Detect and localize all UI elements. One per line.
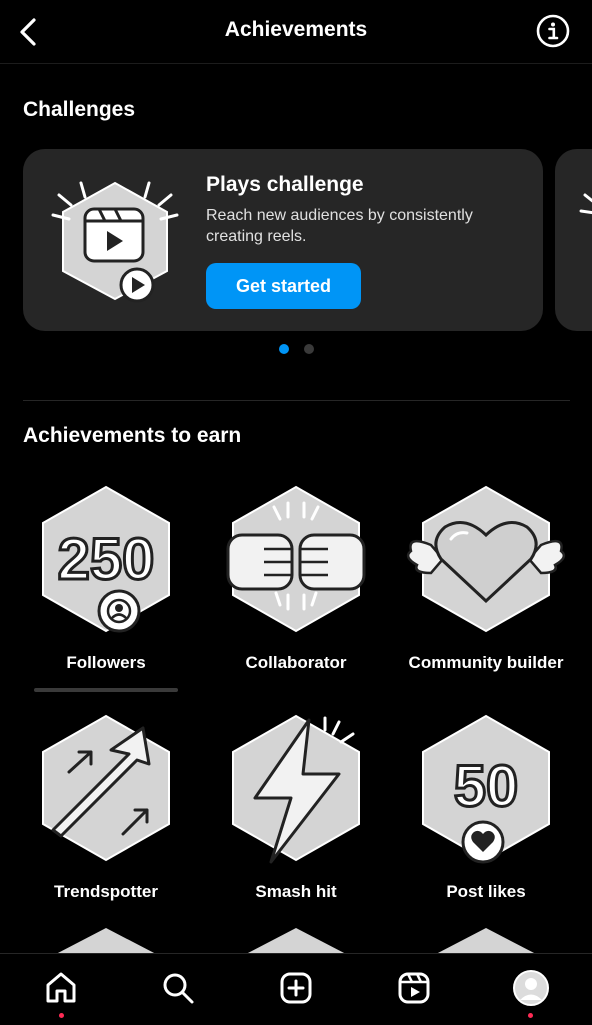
get-started-button[interactable]: Get started	[206, 263, 361, 309]
achievement-label: Trendspotter	[54, 882, 158, 901]
bottom-navigation	[0, 953, 592, 1025]
next-badge-peek	[246, 928, 346, 954]
info-icon	[536, 14, 570, 48]
challenge-description: Reach new audiences by consistently crea…	[206, 207, 473, 245]
page-dot[interactable]	[304, 344, 314, 354]
followers-badge-icon: 250	[42, 485, 170, 633]
achievement-followers[interactable]: 250 Followers	[16, 483, 196, 673]
post-likes-badge-icon: 50	[422, 714, 550, 864]
next-badge-peek	[436, 928, 536, 954]
carousel-pagination	[0, 344, 592, 354]
achievement-label: Followers	[66, 653, 146, 672]
achievement-collaborator[interactable]: Collaborator	[206, 483, 386, 673]
selected-indicator	[34, 688, 178, 692]
collaborator-badge-icon	[226, 485, 366, 633]
achievement-post-likes[interactable]: 50 Post likes	[396, 712, 576, 902]
challenges-heading: Challenges	[23, 98, 136, 121]
nav-create[interactable]	[276, 968, 316, 1008]
trendspotter-badge-icon	[42, 714, 170, 862]
nav-search[interactable]	[158, 968, 198, 1008]
achievement-trendspotter[interactable]: Trendspotter	[16, 712, 196, 902]
followers-badge-number: 250	[58, 527, 155, 592]
achievement-label: Post likes	[446, 882, 526, 901]
reels-challenge-icon	[51, 181, 179, 303]
achievement-label: Smash hit	[255, 882, 337, 901]
achievement-label: Community builder	[408, 653, 564, 672]
profile-notification-dot	[528, 1013, 533, 1018]
create-icon	[280, 972, 312, 1004]
page-title: Achievements	[224, 18, 368, 41]
smash-hit-badge-icon	[232, 714, 360, 864]
achievement-smash-hit[interactable]: Smash hit	[206, 712, 386, 902]
post-likes-badge-number: 50	[454, 754, 519, 819]
next-card-icon	[579, 193, 592, 215]
nav-profile[interactable]	[511, 968, 551, 1008]
challenge-card[interactable]: Plays challenge Reach new audiences by c…	[23, 149, 543, 331]
community-builder-badge-icon	[406, 485, 566, 633]
reels-icon	[398, 972, 430, 1004]
home-notification-dot	[59, 1013, 64, 1018]
achievement-community-builder[interactable]: Community builder	[396, 483, 576, 673]
page-dot-active[interactable]	[279, 344, 289, 354]
info-button[interactable]	[536, 14, 570, 48]
nav-reels[interactable]	[394, 968, 434, 1008]
next-badge-peek	[56, 928, 156, 954]
section-divider	[23, 400, 570, 401]
challenge-title: Plays challenge	[206, 173, 364, 196]
achievement-label: Collaborator	[245, 653, 347, 672]
avatar	[513, 970, 549, 1006]
challenge-card-next[interactable]	[555, 149, 592, 331]
achievements-heading: Achievements to earn	[23, 424, 242, 447]
top-bar: Achievements	[0, 0, 592, 64]
search-icon	[163, 973, 194, 1004]
nav-home[interactable]	[41, 968, 81, 1008]
home-icon	[46, 972, 76, 1003]
